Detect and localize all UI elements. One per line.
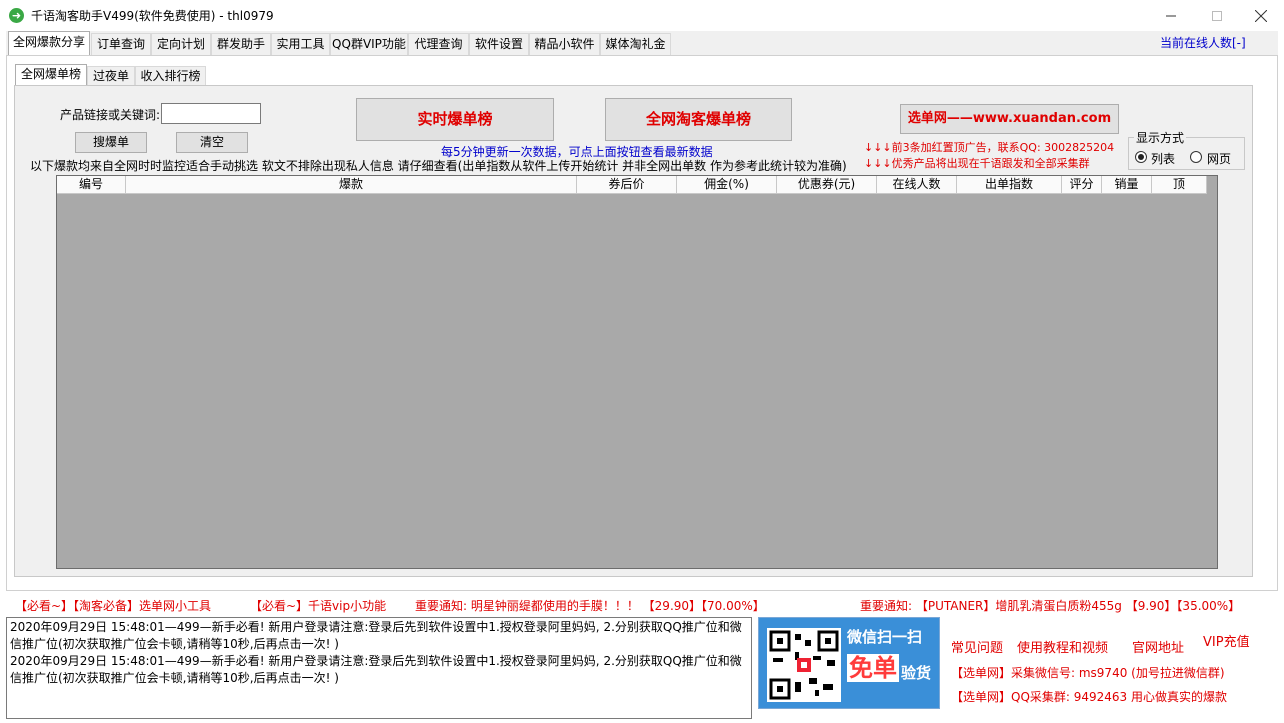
qr-code-icon (767, 628, 841, 702)
tutorial-link[interactable]: 使用教程和视频 (1017, 637, 1108, 656)
tab-directed-plan[interactable]: 定向计划 (151, 33, 211, 55)
wechat-collect-link[interactable]: 【选单网】采集微信号: ms9740 (加号拉进微信群) (951, 664, 1225, 681)
minimize-button[interactable] (1148, 0, 1194, 31)
promo-line-1: 微信扫一扫 (847, 628, 923, 646)
ticker-notice-1[interactable]: 重要通知: 明星钟丽缇都使用的手膜！！！ 【29.90】【70.00%】 (415, 597, 765, 614)
table-header: 编号 爆款 券后价 佣金(%) 优惠券(元) 在线人数 出单指数 评分 销量 顶 (57, 176, 1207, 194)
ticker-link-2[interactable]: 【必看~】千语vip小功能 (250, 597, 386, 614)
log-entry: 2020年09月29日 15:48:01—499—新手必看! 新用户登录请注意:… (10, 654, 742, 685)
log-entry: 2020年09月29日 15:48:01—499—新手必看! 新用户登录请注意:… (10, 620, 742, 651)
display-mode-title: 显示方式 (1134, 129, 1187, 146)
ticker-notice-2[interactable]: 重要通知: 【PUTANER】增肌乳清蛋白质粉455g 【9.90】【35.00… (860, 597, 1240, 614)
search-button[interactable]: 搜爆单 (75, 132, 147, 153)
radio-webpage[interactable] (1190, 151, 1202, 163)
tab-mass-send[interactable]: 群发助手 (211, 33, 271, 55)
radio-list[interactable] (1135, 151, 1147, 163)
column-header-commission[interactable]: 佣金(%) (677, 176, 777, 194)
tab-qq-vip[interactable]: QQ群VIP功能 (330, 33, 408, 55)
website-link[interactable]: 官网地址 (1132, 637, 1184, 656)
clear-button[interactable]: 清空 (176, 132, 248, 153)
maximize-button[interactable] (1194, 0, 1240, 31)
faq-link[interactable]: 常见问题 (951, 637, 1003, 656)
tab-agent-query[interactable]: 代理查询 (408, 33, 469, 55)
column-header-price[interactable]: 券后价 (577, 176, 677, 194)
vip-recharge-link[interactable]: VIP充值 (1203, 631, 1250, 650)
close-button[interactable] (1238, 0, 1284, 31)
column-header-top[interactable]: 顶 (1152, 176, 1207, 194)
online-count[interactable]: 当前在线人数[-] (1160, 34, 1246, 51)
hot-items-table[interactable] (56, 175, 1218, 569)
xuandan-button[interactable]: 选单网——www.xuandan.com (900, 104, 1119, 134)
subtab-income-rank[interactable]: 收入排行榜 (135, 66, 206, 86)
title-bar: ➜ 千语淘客助手V499(软件免费使用) - thl0979 (0, 0, 1284, 31)
app-icon: ➜ (9, 8, 24, 23)
promo-line-3: 验货 (901, 664, 932, 682)
subtab-overnight[interactable]: 过夜单 (87, 66, 135, 86)
search-label: 产品链接或关键词: (60, 108, 161, 122)
radio-list-label[interactable]: 列表 (1151, 150, 1175, 167)
source-note: 以下爆款均来自全网时时监控适合手动挑选 软文不排除出现私人信息 请仔细查看(出单… (30, 159, 847, 173)
column-header-coupon[interactable]: 优惠券(元) (777, 176, 877, 194)
column-header-item[interactable]: 爆款 (126, 176, 577, 194)
qq-collect-link[interactable]: 【选单网】QQ采集群: 9492463 用心做真实的爆款 (951, 688, 1227, 705)
tab-hot-items[interactable]: 全网爆款分享 (8, 31, 90, 56)
log-box[interactable]: 2020年09月29日 15:48:01—499—新手必看! 新用户登录请注意:… (6, 617, 752, 719)
window-title: 千语淘客助手V499(软件免费使用) - thl0979 (31, 9, 274, 23)
tab-mini-apps[interactable]: 精品小软件 (529, 33, 600, 55)
ticker-link-1[interactable]: 【必看~】【淘客必备】选单网小工具 (15, 597, 211, 614)
column-header-online[interactable]: 在线人数 (877, 176, 957, 194)
column-header-rating[interactable]: 评分 (1062, 176, 1102, 194)
radio-webpage-label[interactable]: 网页 (1207, 150, 1231, 167)
tab-tools[interactable]: 实用工具 (271, 33, 330, 55)
subtab-hot-list[interactable]: 全网爆单榜 (15, 64, 87, 86)
column-header-sales[interactable]: 销量 (1102, 176, 1152, 194)
tab-settings[interactable]: 软件设置 (469, 33, 529, 55)
realtime-list-button[interactable]: 实时爆单榜 (356, 98, 554, 141)
search-input[interactable] (161, 103, 261, 124)
tab-order-query[interactable]: 订单查询 (91, 33, 151, 55)
ad-note-2: ↓↓↓优秀产品将出现在千语跟发和全部采集群 (864, 157, 1090, 170)
network-list-button[interactable]: 全网淘客爆单榜 (605, 98, 792, 141)
promo-banner[interactable]: 微信扫一扫 免单 验货 (758, 617, 940, 709)
ad-note-1: ↓↓↓前3条加红置顶广告，联系QQ: 3002825204 (864, 141, 1115, 154)
column-header-order-index[interactable]: 出单指数 (957, 176, 1062, 194)
tab-gift-money[interactable]: 媒体淘礼金 (600, 33, 671, 55)
column-header-id[interactable]: 编号 (57, 176, 126, 194)
promo-line-2: 免单 (847, 654, 899, 682)
